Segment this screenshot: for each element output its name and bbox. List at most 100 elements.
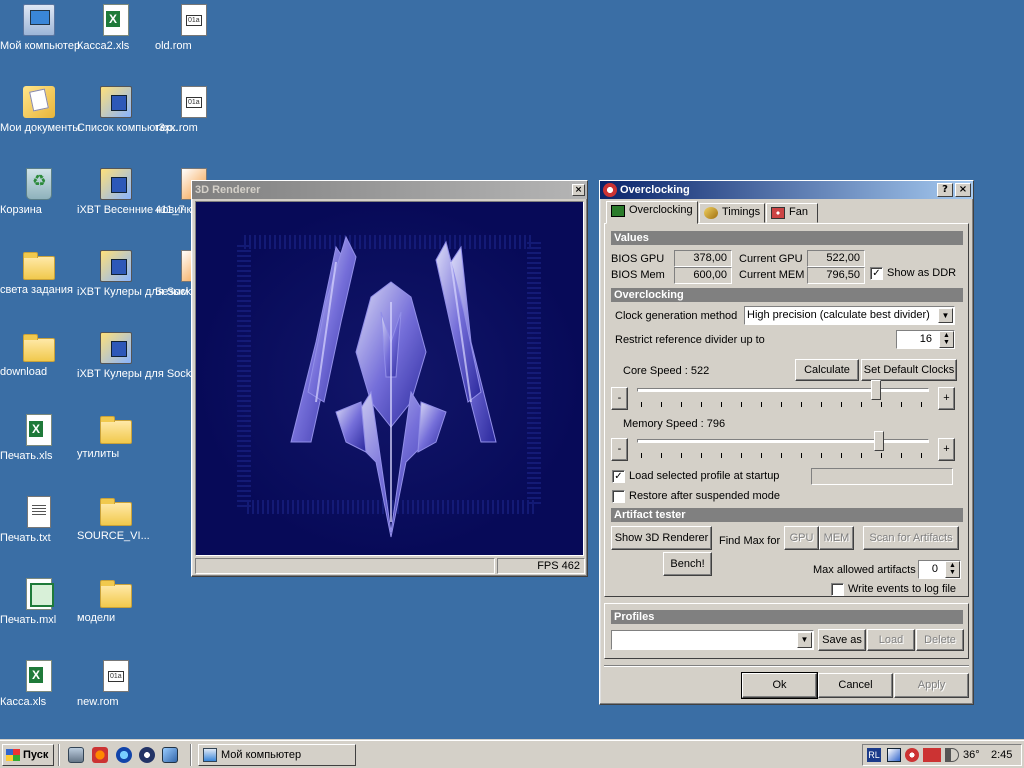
memory-speed-slider[interactable] [637, 431, 929, 461]
desktop-icon-label: Безым [155, 286, 189, 298]
core-plus-button[interactable]: + [938, 387, 955, 410]
scan-for-artifacts-button[interactable]: Scan for Artifacts [863, 526, 959, 550]
core-minus-button[interactable]: - [611, 387, 628, 410]
desktop-icon-label: Касса.xls [0, 696, 47, 708]
overclocking-window[interactable]: Overclocking ? × Overclocking Timings Fa… [599, 180, 974, 705]
renderer-close-button[interactable]: × [572, 184, 585, 196]
desktop-icon-shortcut[interactable]: iXBT Кулеры для Socket ... [77, 250, 213, 298]
desktop-icon-label: 411_7 [155, 204, 185, 216]
renderer-status-left [195, 558, 495, 574]
spinner-arrows-icon[interactable]: ▲ ▼ [945, 561, 960, 578]
load-profile-button[interactable]: Load [867, 629, 915, 651]
find-max-mem-button[interactable]: MEM [819, 526, 854, 550]
load-profile-label: Load selected profile at startup [629, 470, 780, 482]
memory-plus-button[interactable]: + [938, 438, 955, 461]
media-icon[interactable] [92, 747, 108, 763]
chevron-down-icon[interactable]: ▼ [938, 308, 953, 323]
internet-explorer-icon[interactable] [116, 747, 132, 763]
volume-icon[interactable] [945, 748, 959, 762]
desktop-icon-file[interactable]: Касса.xls [0, 660, 78, 708]
restore-suspended-label: Restore after suspended mode [629, 490, 781, 502]
desktop-icon-recycle-bin[interactable]: Корзина [0, 168, 78, 216]
recycle-bin-icon [26, 168, 52, 200]
tab-timings[interactable]: Timings [699, 203, 765, 223]
restrict-divider-spinner[interactable]: 16 ▲ ▼ [896, 330, 955, 349]
find-max-gpu-button[interactable]: GPU [784, 526, 819, 550]
desktop-icon-label: Печать.txt [0, 532, 51, 544]
desktop-icon-file[interactable]: Печать.txt [0, 496, 78, 544]
show-3d-renderer-button[interactable]: Show 3D Renderer [611, 526, 712, 550]
profiles-header: Profiles [611, 610, 963, 624]
desktop-icon-shortcut[interactable]: iXBT Весенние новинки Gl... [77, 168, 221, 216]
desktop-icon-file[interactable]: old.rom [155, 4, 233, 52]
help-button[interactable]: ? [937, 183, 953, 197]
desktop-icon-folder[interactable]: утилиты [77, 414, 155, 460]
current-mem-value: 796,50 [807, 267, 865, 284]
desktop-icon-shortcut[interactable]: Список компьютер... [77, 86, 181, 134]
excel-file-icon [26, 414, 52, 446]
desktop-icon-file[interactable]: r3xx.rom [155, 86, 233, 134]
desktop-icon-file[interactable]: Касса2.xls [77, 4, 155, 52]
chevron-down-icon[interactable]: ▼ [797, 632, 812, 648]
memory-minus-button[interactable]: - [611, 438, 628, 461]
desktop-icon-label: Мой компьютер [0, 40, 81, 52]
overclocking-header: Overclocking [611, 288, 963, 302]
write-log-checkbox[interactable] [831, 583, 844, 596]
set-default-clocks-button[interactable]: Set Default Clocks [861, 359, 957, 381]
write-log-label: Write events to log file [848, 583, 957, 595]
shortcut-icon [100, 168, 132, 200]
spinner-arrows-icon[interactable]: ▲ ▼ [939, 331, 954, 348]
tab-overclocking[interactable]: Overclocking [606, 201, 698, 224]
clock-method-select[interactable]: High precision (calculate best divider) … [744, 306, 955, 325]
desktop-icon-label: Мои документы [0, 122, 81, 134]
close-button[interactable]: × [955, 183, 971, 197]
calculate-button[interactable]: Calculate [795, 359, 859, 381]
save-as-button[interactable]: Save as [818, 629, 866, 651]
task-my-computer[interactable]: Мой компьютер [198, 744, 356, 766]
delete-profile-button[interactable]: Delete [916, 629, 964, 651]
desktop-icon-my-computer[interactable]: Мой компьютер [0, 4, 80, 52]
outlook-icon[interactable] [162, 747, 178, 763]
start-button[interactable]: Пуск [2, 744, 54, 766]
clock[interactable]: 2:45 [991, 749, 1012, 761]
language-indicator[interactable]: RL [867, 748, 881, 762]
show-desktop-icon[interactable] [68, 747, 84, 763]
desktop-icon-file[interactable]: new.rom [77, 660, 155, 708]
renderer-window[interactable]: 3D Renderer × FPS 462 [191, 180, 588, 577]
load-profile-checkbox[interactable]: ✓ [612, 470, 625, 483]
show-ddr-checkbox[interactable]: ✓ [870, 267, 883, 280]
desktop-icon-shortcut[interactable]: iXBT Кулеры для Socket ... [77, 332, 213, 380]
slider-thumb[interactable] [874, 431, 884, 451]
desktop-icon-folder[interactable]: света задания [0, 250, 78, 296]
core-speed-slider[interactable] [637, 380, 929, 410]
apply-button[interactable]: Apply [894, 673, 969, 698]
slider-thumb[interactable] [871, 380, 881, 400]
bios-mem-label: BIOS Mem [611, 269, 665, 281]
desktop-icon-file[interactable]: Печать.xls [0, 414, 78, 462]
desktop-icon-my-documents[interactable]: Мои документы [0, 86, 80, 134]
clock-method-value: High precision (calculate best divider) [747, 309, 930, 321]
desktop-icon-file[interactable]: Печать.mxl [0, 578, 78, 626]
network-icon[interactable] [887, 748, 901, 762]
folder-icon [100, 580, 132, 608]
cancel-button[interactable]: Cancel [818, 673, 893, 698]
max-artifacts-label: Max allowed artifacts [813, 564, 916, 576]
ati-icon[interactable] [923, 748, 941, 762]
desktop-icon-label: Печать.mxl [0, 614, 57, 626]
bench-button[interactable]: Bench! [663, 552, 712, 576]
tab-fan[interactable]: Fan [766, 203, 818, 223]
profile-select[interactable]: ▼ [611, 630, 814, 650]
overclocking-titlebar[interactable]: Overclocking ? × [600, 181, 973, 199]
taskbar: Пуск Мой компьютер RL 36° 2:45 [0, 740, 1024, 768]
max-artifacts-spinner[interactable]: 0 ▲ ▼ [918, 560, 961, 579]
renderer-titlebar[interactable]: 3D Renderer × [192, 181, 587, 199]
media-player-icon[interactable] [139, 747, 155, 763]
desktop-icon-folder[interactable]: SOURCE_VI... [77, 496, 155, 542]
ok-button[interactable]: Ok [741, 672, 818, 699]
atitool-tray-icon[interactable] [905, 748, 919, 762]
desktop-icon-folder[interactable]: модели [77, 578, 155, 624]
desktop-icon-label: Корзина [0, 204, 42, 216]
mxl-file-icon [26, 578, 54, 610]
desktop-icon-folder[interactable]: download [0, 332, 78, 378]
restore-suspended-checkbox[interactable] [612, 490, 625, 503]
